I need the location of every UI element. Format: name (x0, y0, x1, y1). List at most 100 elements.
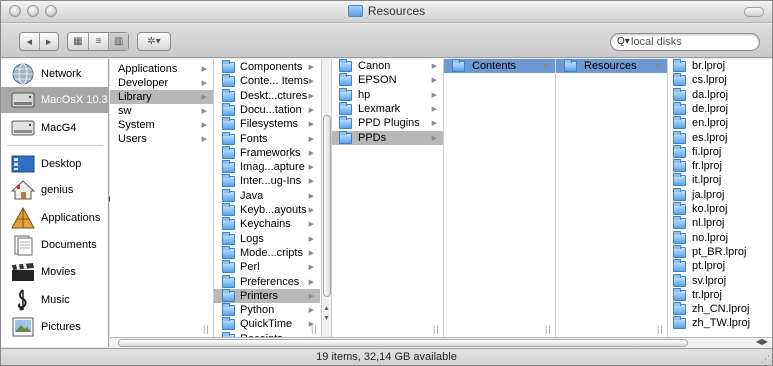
disclosure-arrow-icon: ▶ (655, 63, 661, 70)
list-item[interactable]: EPSON ▶ (332, 73, 443, 87)
list-item[interactable]: Python ▶ (214, 303, 320, 317)
sidebar-item-macosx[interactable]: MacOsX 10.3 (1, 87, 108, 113)
list-item[interactable]: es.lproj (668, 130, 772, 145)
forward-button[interactable]: ▶ (39, 33, 58, 50)
list-item-selected[interactable]: Contents ▶ (444, 59, 555, 73)
list-item[interactable]: Mode...cripts ▶ (214, 245, 320, 260)
sidebar-item-macg4[interactable]: MacG4 (1, 115, 108, 141)
icon-view-button[interactable]: ▦ (68, 33, 88, 50)
list-item[interactable]: zh_CN.lproj (668, 302, 772, 316)
item-label: Filesystems (240, 118, 299, 131)
list-item[interactable]: fi.lproj (668, 144, 772, 159)
scrollbar-thumb[interactable] (118, 339, 688, 347)
column-view-button[interactable]: ▥ (109, 33, 128, 50)
scrollbar-thumb[interactable] (323, 115, 331, 297)
scroll-arrows-icon[interactable]: ◀▶ (756, 337, 768, 346)
list-item[interactable]: Keychains ▶ (214, 217, 320, 231)
library-vertical-scrollbar[interactable]: ▲ ▼ (321, 59, 331, 337)
column-resize-grip[interactable]: || (433, 324, 440, 334)
list-item[interactable]: no.lproj (668, 230, 772, 245)
list-item[interactable]: Preferences ▶ (214, 274, 320, 289)
list-item[interactable]: Docu...tation ▶ (214, 102, 320, 117)
list-item[interactable]: Canon ▶ (332, 59, 443, 73)
item-label: Fonts (240, 132, 268, 145)
list-item[interactable]: en.lproj (668, 116, 772, 130)
action-menu-button[interactable]: ✲▾ (137, 32, 171, 51)
list-item[interactable]: Keyb...ayouts ▶ (214, 203, 320, 217)
scroll-down-arrow-icon[interactable]: ▼ (323, 315, 330, 322)
list-item[interactable]: Frameworks ▶ (214, 145, 320, 160)
sidebar-item-home[interactable]: genius (1, 177, 108, 203)
sidebar-item-movies[interactable]: Movies (1, 259, 108, 285)
horizontal-scrollbar[interactable]: ◀▶ (110, 337, 772, 348)
list-item-selected[interactable]: Library ▶ (110, 90, 213, 104)
list-item[interactable]: pt_BR.lproj (668, 244, 772, 259)
list-item-selected[interactable]: PPDs ▶ (332, 130, 443, 145)
list-item[interactable]: zh_TW.lproj (668, 316, 772, 330)
column-resize-grip[interactable]: || (545, 324, 552, 334)
sidebar-item-documents[interactable]: Documents (1, 232, 108, 258)
list-item[interactable]: Logs ▶ (214, 231, 320, 246)
list-item[interactable]: Conte... Items ▶ (214, 74, 320, 88)
list-item[interactable]: Users ▶ (110, 132, 213, 146)
search-icon[interactable]: Q▾ (617, 36, 630, 47)
folder-icon (339, 116, 352, 130)
sidebar-item-music[interactable]: Music (1, 287, 108, 313)
scroll-up-arrow-icon[interactable]: ▲ (323, 305, 330, 312)
folder-icon (673, 159, 686, 173)
sidebar-item-applications[interactable]: Applications (1, 205, 108, 231)
list-item[interactable]: QuickTime ▶ (214, 317, 320, 331)
back-button[interactable]: ◀ (20, 33, 39, 50)
list-item[interactable]: sw ▶ (110, 104, 213, 118)
column-resize-grip[interactable]: || (657, 324, 664, 334)
list-item[interactable]: tr.lproj (668, 287, 772, 302)
list-item-selected[interactable]: Resources ▶ (556, 59, 667, 73)
sidebar-item-pictures[interactable]: Pictures (1, 314, 108, 340)
search-field[interactable]: Q▾ (610, 33, 760, 51)
list-item[interactable]: Perl ▶ (214, 260, 320, 274)
title-bar[interactable]: Resources (1, 1, 772, 23)
list-item-selected[interactable]: Printers ▶ (214, 288, 320, 303)
list-item[interactable]: Filesystems ▶ (214, 117, 320, 131)
folder-icon (222, 317, 235, 331)
list-item[interactable]: br.lproj (668, 59, 772, 73)
list-item[interactable]: it.lproj (668, 173, 772, 187)
list-item[interactable]: de.lproj (668, 101, 772, 116)
list-item[interactable]: fr.lproj (668, 159, 772, 173)
list-item[interactable]: ko.lproj (668, 202, 772, 216)
list-item[interactable]: Deskt...ctures ▶ (214, 88, 320, 103)
toolbar-toggle-button[interactable] (744, 7, 764, 17)
list-item[interactable]: pt.lproj (668, 259, 772, 273)
list-item[interactable]: Imag...apture ▶ (214, 160, 320, 174)
list-item[interactable]: cs.lproj (668, 73, 772, 87)
home-icon (10, 180, 36, 200)
list-item[interactable]: Inter...ug-Ins ▶ (214, 174, 320, 188)
disclosure-arrow-icon: ▶ (308, 164, 314, 172)
sidebar-item-network[interactable]: Network (1, 61, 108, 87)
list-item[interactable]: PPD Plugins ▶ (332, 116, 443, 130)
folder-icon (222, 131, 235, 145)
list-item[interactable]: sv.lproj (668, 273, 772, 288)
folder-icon (452, 59, 465, 72)
column-resize-grip[interactable]: || (311, 324, 318, 334)
list-item[interactable]: Developer ▶ (110, 76, 213, 90)
list-item[interactable]: Lexmark ▶ (332, 101, 443, 116)
resize-grip-icon[interactable]: ⋰ (761, 354, 770, 365)
list-item[interactable]: Components ▶ (214, 60, 320, 74)
list-item[interactable]: Java ▶ (214, 188, 320, 203)
list-item[interactable]: Fonts ▶ (214, 131, 320, 146)
item-label: tr.lproj (692, 288, 722, 301)
list-item[interactable]: System ▶ (110, 118, 213, 132)
item-label: Keychains (240, 218, 291, 231)
list-item[interactable]: da.lproj (668, 87, 772, 102)
search-input[interactable] (631, 35, 751, 49)
list-view-button[interactable]: ≡ (89, 33, 109, 50)
list-item[interactable]: Applications ▶ (110, 62, 213, 76)
list-item[interactable]: hp ▶ (332, 87, 443, 102)
sidebar-item-desktop[interactable]: Desktop (1, 151, 108, 177)
column-resize-grip[interactable]: || (203, 324, 210, 334)
list-item[interactable]: ja.lproj (668, 187, 772, 202)
list-item[interactable]: nl.lproj (668, 216, 772, 230)
item-label: Lexmark (358, 102, 401, 115)
item-label: Keyb...ayouts (240, 204, 307, 216)
